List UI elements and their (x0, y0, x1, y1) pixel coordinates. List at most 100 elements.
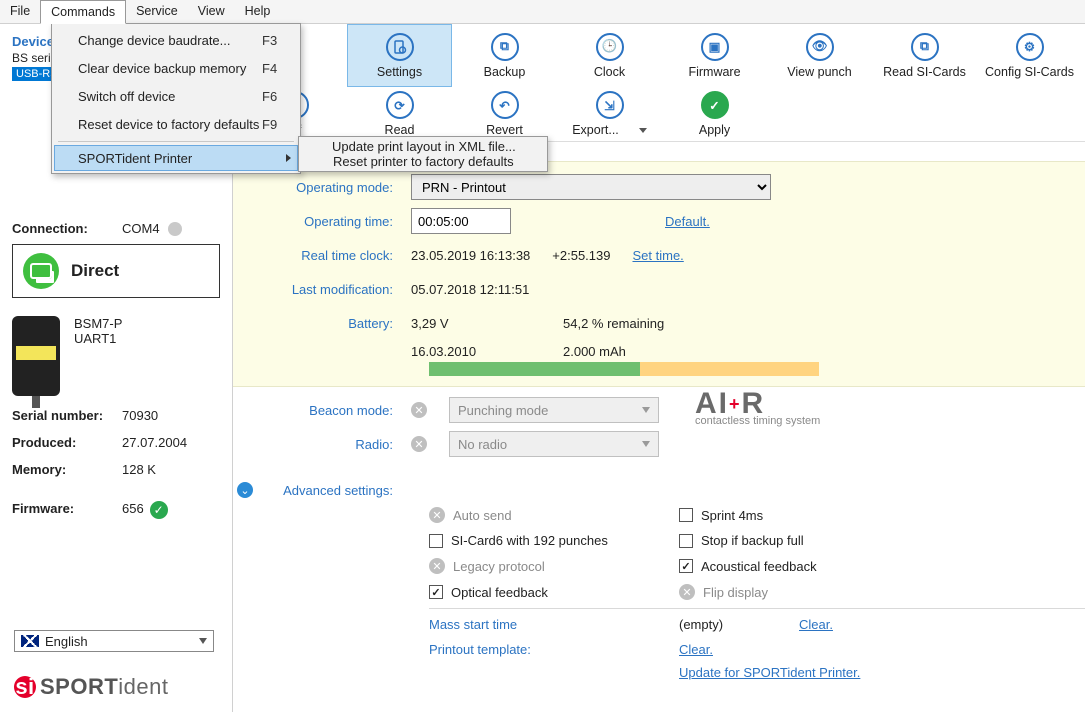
op-time-label: Operating time: (233, 214, 411, 229)
apply-icon: ✓ (701, 91, 729, 119)
battery-pct: 54,2 % remaining (563, 316, 664, 331)
memory-label: Memory: (12, 462, 122, 477)
tb-configcards-label: Config SI-Cards (985, 65, 1074, 79)
tb-viewpunch-label: View punch (787, 65, 851, 79)
commands-dropdown: Change device baudrate... F3 Clear devic… (51, 23, 301, 174)
opt-optical-cb[interactable] (429, 585, 443, 599)
tb-settings[interactable]: Settings (347, 24, 452, 87)
tb-export[interactable]: ⇲Export... (557, 87, 662, 141)
shortcut: F6 (262, 89, 290, 104)
tb-clock[interactable]: 🕒 Clock (557, 24, 662, 87)
adv-toggle-icon[interactable]: ⌄ (237, 482, 253, 498)
op-time-input[interactable] (411, 208, 511, 234)
disabled-icon: ✕ (429, 507, 445, 523)
opt-autosend: Auto send (453, 508, 512, 523)
tb-clock-label: Clock (594, 65, 625, 79)
opt-sprint: Sprint 4ms (701, 508, 763, 523)
tb-apply-label: Apply (699, 123, 730, 137)
opt-acoustic: Acoustical feedback (701, 559, 817, 574)
opt-acoustic-cb[interactable] (679, 559, 693, 573)
rtc-value: 23.05.2019 16:13:38 (411, 248, 530, 263)
cmd-clear-backup[interactable]: Clear device backup memory F4 (54, 54, 298, 82)
op-time-default-link[interactable]: Default. (665, 214, 710, 229)
opt-legacy: Legacy protocol (453, 559, 545, 574)
radio-select: No radio (449, 431, 659, 457)
rtc-label: Real time clock: (233, 248, 411, 263)
mass-start-clear[interactable]: Clear. (799, 617, 919, 632)
beacon-select: Punching mode (449, 397, 659, 423)
tb-readcards-label: Read SI-Cards (883, 65, 966, 79)
direct-label: Direct (71, 261, 119, 281)
cmd-change-baud[interactable]: Change device baudrate... F3 (54, 26, 298, 54)
cmd-printer-submenu[interactable]: SPORTident Printer (54, 145, 298, 171)
battery-voltage: 3,29 V (411, 316, 541, 331)
opt-si192-cb[interactable] (429, 534, 443, 548)
update-printer-link[interactable]: Update for SPORTident Printer. (679, 665, 860, 680)
tb-read-label: Read (385, 123, 415, 137)
menu-commands[interactable]: Commands (40, 0, 126, 24)
menu-help[interactable]: Help (235, 0, 281, 23)
rtc-set-link[interactable]: Set time. (632, 248, 683, 263)
opt-stopbf-cb[interactable] (679, 534, 693, 548)
clock-icon: 🕒 (596, 33, 624, 61)
tb-viewpunch[interactable]: 👁View punch (767, 24, 872, 87)
beacon-disabled-icon: ✕ (411, 402, 427, 418)
direct-mode-box[interactable]: Direct (12, 244, 220, 298)
tb-revert[interactable]: ↶ Revert (452, 87, 557, 141)
divider (429, 608, 1085, 609)
menu-view[interactable]: View (188, 0, 235, 23)
revert-icon: ↶ (491, 91, 519, 119)
flag-icon (21, 635, 39, 647)
battery-bar (429, 362, 819, 376)
menu-file[interactable]: File (0, 0, 40, 23)
tb-backup-label: Backup (484, 65, 526, 79)
menubar: File Commands Service View Help (0, 0, 1085, 24)
firmware-label: Firmware: (12, 501, 122, 519)
lastmod-label: Last modification: (233, 282, 411, 297)
disabled-icon: ✕ (429, 558, 445, 574)
radio-disabled-icon: ✕ (411, 436, 427, 452)
brand-logo: siSPORTident (14, 674, 169, 700)
sub-update-xml[interactable]: Update print layout in XML file... (301, 139, 545, 154)
sub-reset-printer[interactable]: Reset printer to factory defaults (301, 154, 545, 169)
air-sub: contactless timing system (695, 415, 820, 427)
settings-content: Operating mode: PRN - Printout Operating… (233, 143, 1085, 712)
cmd-reset-factory[interactable]: Reset device to factory defaults F9 (54, 110, 298, 138)
tb-read[interactable]: ⟳Read (347, 87, 452, 141)
device-summary-box: Operating mode: PRN - Printout Operating… (233, 161, 1085, 387)
opt-sprint-cb[interactable] (679, 508, 693, 522)
tb-apply[interactable]: ✓ Apply (662, 87, 767, 141)
beacon-label: Beacon mode: (233, 403, 411, 418)
mass-start-label: Mass start time (429, 617, 679, 632)
opt-si192: SI-Card6 with 192 punches (451, 533, 608, 548)
direct-icon (23, 253, 59, 289)
tb-settings-label: Settings (377, 65, 422, 79)
tb-revert-label: Revert (486, 123, 523, 137)
printout-tmpl-clear[interactable]: Clear. (679, 642, 799, 657)
op-mode-select[interactable]: PRN - Printout (411, 174, 771, 200)
tb-firmware-label: Firmware (688, 65, 740, 79)
chevron-down-icon[interactable] (639, 128, 647, 133)
configcards-icon: ⚙ (1016, 33, 1044, 61)
tb-configcards[interactable]: ⚙ Config SI-Cards (977, 24, 1082, 87)
produced-label: Produced: (12, 435, 122, 450)
language-value: English (45, 634, 88, 649)
settings-icon (386, 33, 414, 61)
menu-service[interactable]: Service (126, 0, 188, 23)
device-interface: UART1 (74, 331, 122, 346)
tb-backup[interactable]: ⧉Backup (452, 24, 557, 87)
cmd-switch-off[interactable]: Switch off device F6 (54, 82, 298, 110)
connection-label: Connection: (12, 221, 122, 236)
language-select[interactable]: English (14, 630, 214, 652)
lastmod-value: 05.07.2018 12:11:51 (411, 282, 529, 297)
tb-readcards[interactable]: ⧉Read SI-Cards (872, 24, 977, 87)
sub-reset-printer-label: Reset printer to factory defaults (333, 154, 514, 169)
shortcut: F3 (262, 33, 290, 48)
connection-value: COM4 (122, 221, 160, 236)
rtc-delta: +2:55.139 (552, 248, 610, 263)
tb-firmware[interactable]: ▣ Firmware (662, 24, 767, 87)
firmware-icon: ▣ (701, 33, 729, 61)
adv-label: Advanced settings: (257, 483, 411, 498)
air-logo: AI+R (695, 393, 820, 415)
mass-start-value: (empty) (679, 617, 799, 632)
